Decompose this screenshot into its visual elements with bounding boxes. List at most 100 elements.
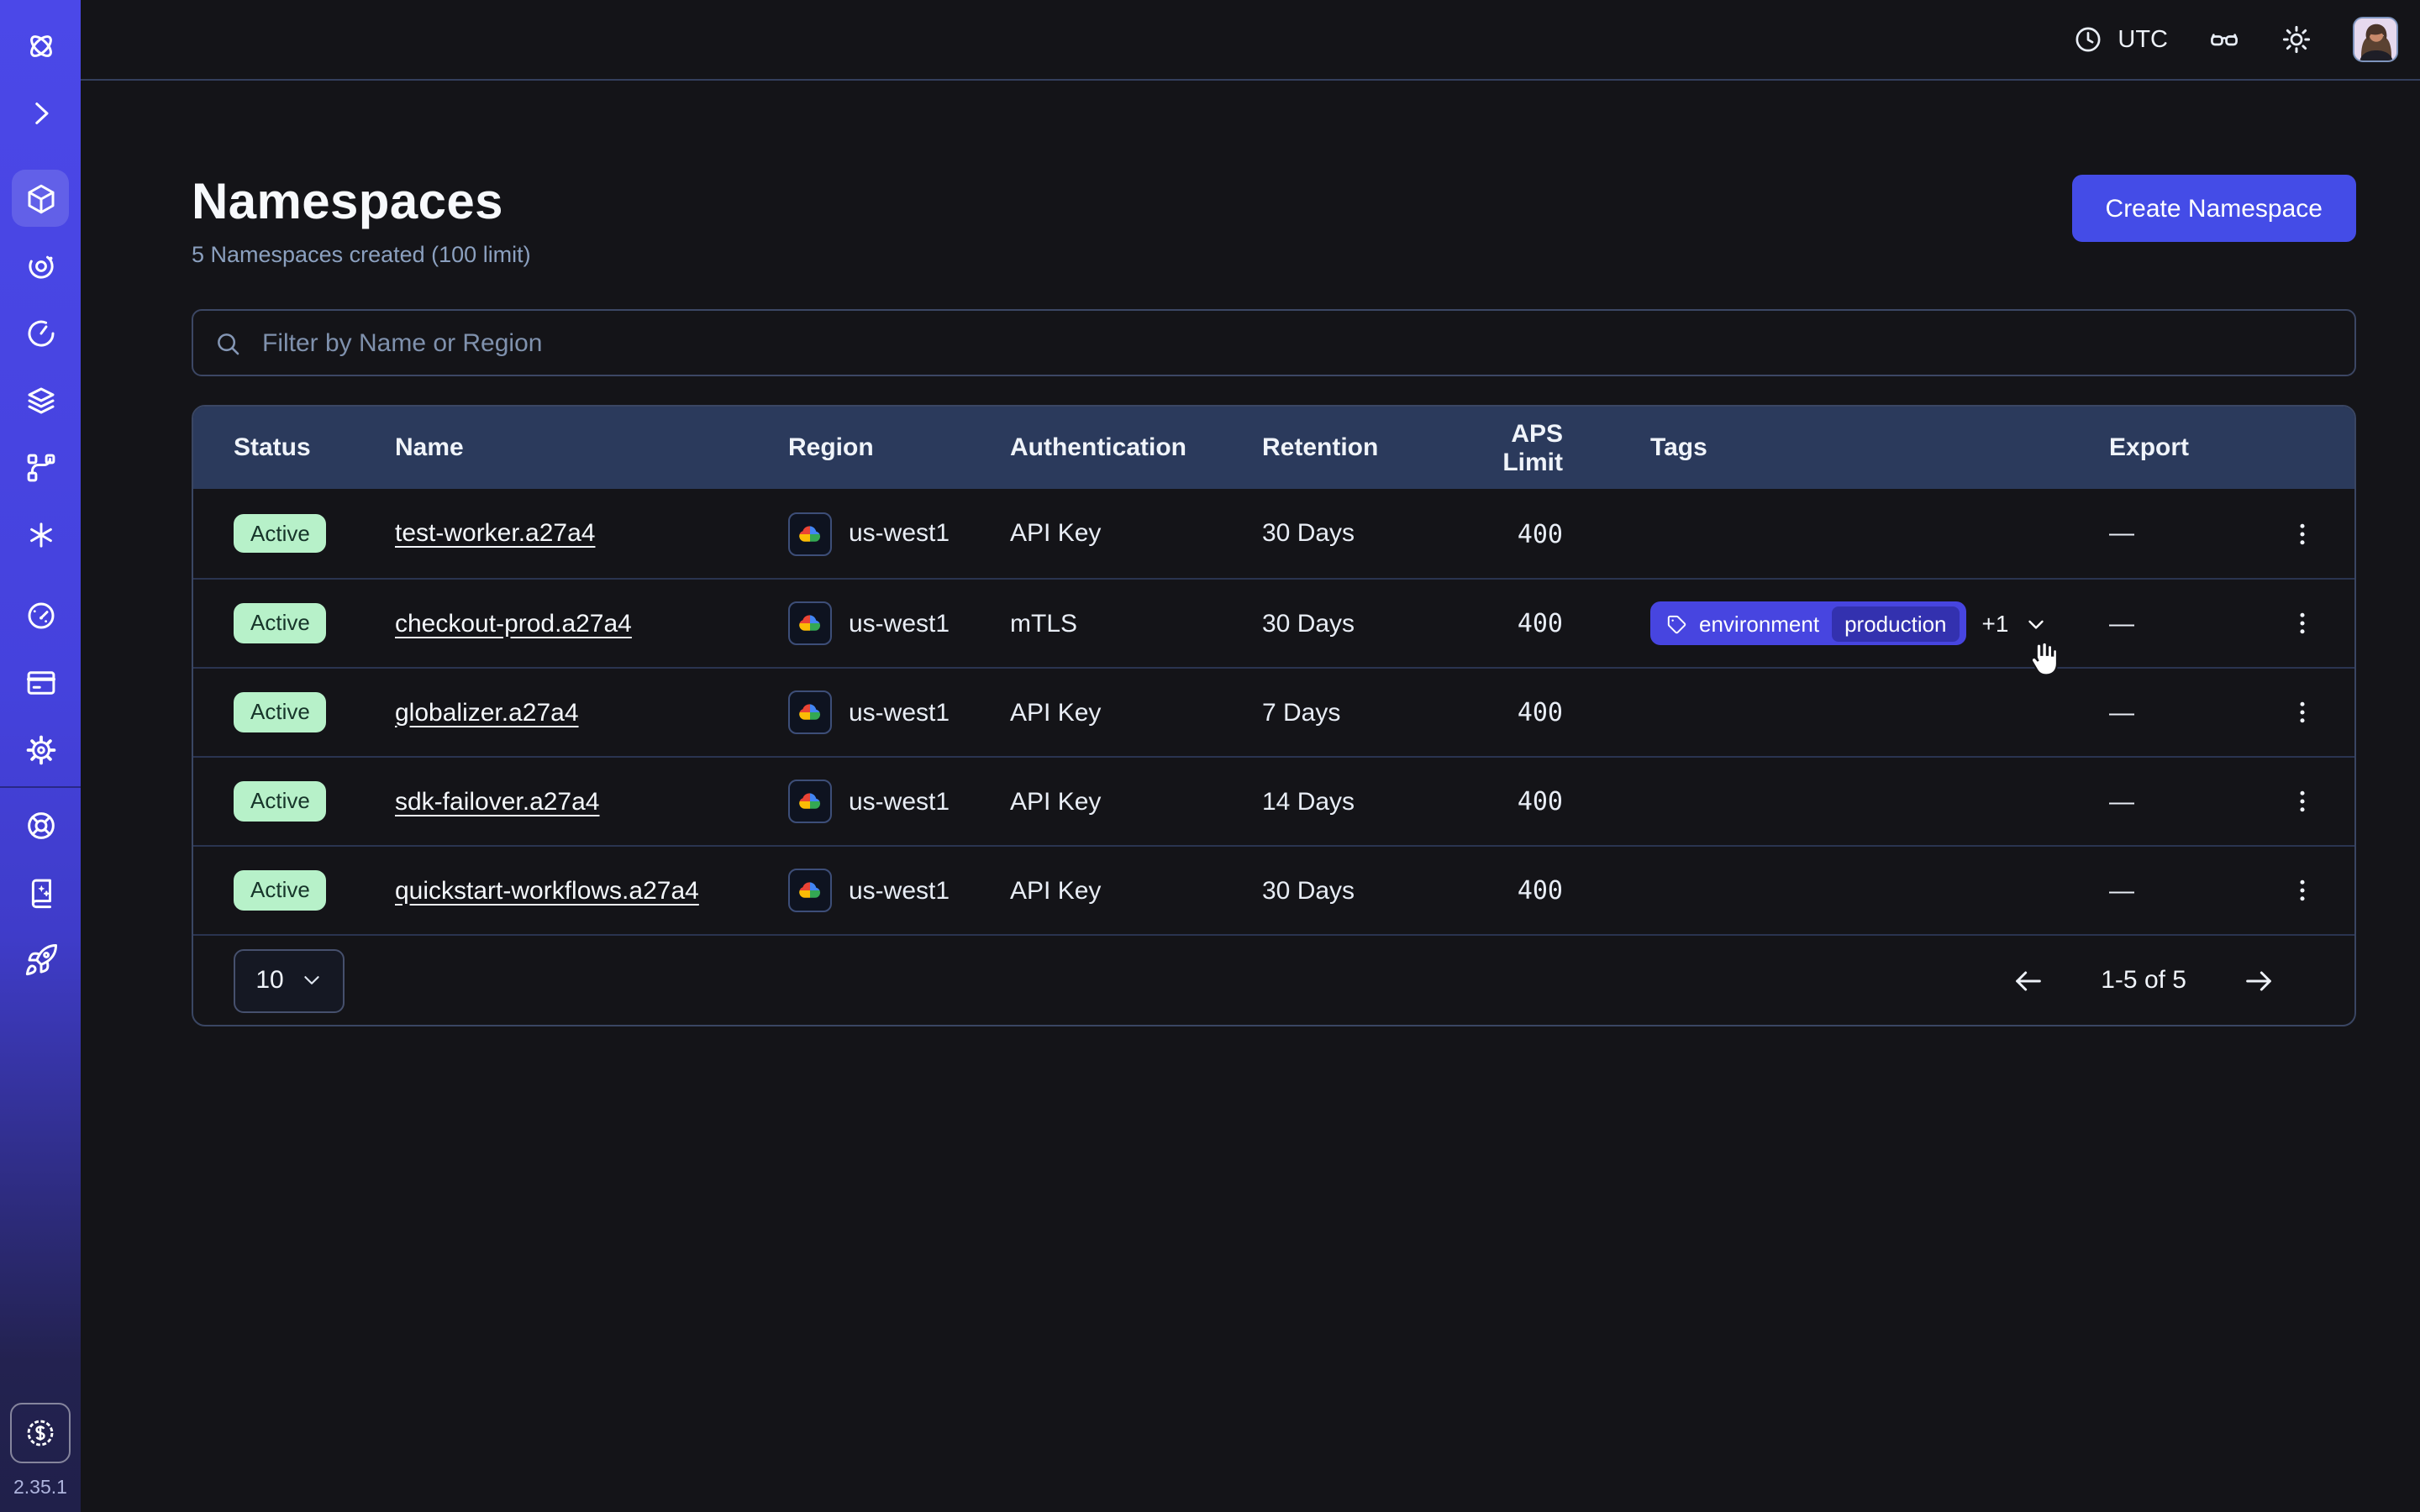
export-value: — — [2109, 609, 2244, 638]
namespace-link[interactable]: test-worker.a27a4 — [395, 519, 595, 548]
col-region: Region — [788, 433, 1010, 462]
export-value: — — [2109, 876, 2244, 905]
aps-limit-value: 400 — [1459, 608, 1650, 638]
table-row: Active test-worker.a27a4 us-west1 API Ke… — [193, 489, 2354, 578]
temporal-logo-icon[interactable] — [12, 17, 69, 74]
sidebar-item-usage[interactable] — [12, 586, 69, 643]
row-menu-kebab-icon[interactable] — [2281, 508, 2324, 559]
theme-toggle-button[interactable] — [2281, 24, 2312, 55]
status-badge: Active — [234, 870, 327, 910]
retention-value: 7 Days — [1262, 698, 1459, 727]
region-label: us-west1 — [849, 519, 950, 548]
timezone-button[interactable]: UTC — [2072, 24, 2168, 55]
gcp-cloud-icon — [788, 690, 832, 734]
gcp-cloud-icon — [788, 780, 832, 823]
chevron-down-icon — [301, 969, 323, 991]
user-avatar[interactable] — [2353, 17, 2398, 62]
aps-limit-value: 400 — [1459, 697, 1650, 727]
labs-button[interactable] — [2208, 24, 2240, 55]
expand-sidebar-chevron-icon[interactable] — [12, 84, 69, 141]
row-menu-kebab-icon[interactable] — [2281, 598, 2324, 648]
clock-icon — [2072, 24, 2104, 55]
filter-input[interactable] — [259, 327, 2334, 359]
auth-value: API Key — [1010, 787, 1262, 816]
export-value: — — [2109, 519, 2244, 548]
spiral-icon — [23, 248, 58, 283]
gcp-cloud-icon — [788, 601, 832, 645]
table-row: Active sdk-failover.a27a4 us-west1 API K… — [193, 756, 2354, 845]
namespaces-table: Status Name Region Authentication Retent… — [192, 405, 2356, 1026]
col-retention: Retention — [1262, 433, 1459, 462]
namespace-link[interactable]: sdk-failover.a27a4 — [395, 787, 600, 816]
app-version: 2.35.1 — [13, 1478, 67, 1499]
sun-icon — [2281, 24, 2312, 55]
row-menu-kebab-icon[interactable] — [2281, 865, 2324, 916]
sidebar-item-billing[interactable] — [12, 654, 69, 711]
workflow-branch-icon — [23, 449, 58, 485]
search-icon — [213, 328, 242, 357]
gear-icon — [23, 732, 58, 767]
table-header-row: Status Name Region Authentication Retent… — [193, 407, 2354, 489]
sidebar-item-get-started[interactable] — [12, 931, 69, 988]
lifebuoy-icon — [23, 807, 58, 843]
gcp-cloud-icon — [788, 869, 832, 912]
status-badge: Active — [234, 692, 327, 732]
auth-value: mTLS — [1010, 609, 1262, 638]
region-label: us-west1 — [849, 609, 950, 638]
tag-key: environment — [1699, 611, 1819, 636]
page-subtitle: 5 Namespaces created (100 limit) — [192, 242, 531, 267]
book-sparkles-icon — [23, 874, 58, 910]
layers-icon — [23, 382, 58, 417]
sidebar-item-nexus[interactable] — [12, 438, 69, 496]
sidebar-item-deployments[interactable] — [12, 371, 69, 428]
sidebar-item-support[interactable] — [12, 796, 69, 853]
pagination-range: 1-5 of 5 — [2101, 966, 2186, 995]
tags-expand-chevron-icon[interactable] — [2023, 611, 2049, 636]
sidebar-item-workflows[interactable] — [12, 237, 69, 294]
row-menu-kebab-icon[interactable] — [2281, 776, 2324, 827]
arrow-right-icon — [2242, 963, 2275, 997]
page-size-select[interactable]: 10 — [234, 948, 345, 1012]
col-tags: Tags — [1650, 433, 2109, 462]
sidebar-item-namespaces[interactable] — [12, 170, 69, 227]
namespace-link[interactable]: quickstart-workflows.a27a4 — [395, 876, 699, 905]
region-label: us-west1 — [849, 876, 950, 905]
filter-input-wrapper — [192, 309, 2356, 376]
create-namespace-button[interactable]: Create Namespace — [2072, 175, 2356, 242]
main-content: Namespaces 5 Namespaces created (100 lim… — [81, 82, 2420, 1512]
timezone-label: UTC — [2118, 26, 2168, 53]
export-value: — — [2109, 698, 2244, 727]
table-footer: 10 1-5 of 5 — [193, 934, 2354, 1025]
table-row: Active globalizer.a27a4 us-west1 API Key… — [193, 667, 2354, 756]
tags-cell: environment production +1 — [1650, 601, 2109, 645]
status-badge: Active — [234, 781, 327, 821]
prev-page-button[interactable] — [2007, 958, 2050, 1002]
plan-badge-button[interactable] — [10, 1403, 71, 1463]
next-page-button[interactable] — [2237, 958, 2281, 1002]
cube-icon — [23, 181, 58, 216]
region-label: us-west1 — [849, 787, 950, 816]
sidebar-item-docs[interactable] — [12, 864, 69, 921]
gauge-icon — [23, 597, 58, 633]
sidebar-divider — [0, 786, 81, 788]
sidebar-item-settings[interactable] — [12, 721, 69, 778]
page-title: Namespaces — [192, 175, 531, 230]
retention-value: 30 Days — [1262, 519, 1459, 548]
namespace-link[interactable]: globalizer.a27a4 — [395, 698, 579, 727]
namespace-link[interactable]: checkout-prod.a27a4 — [395, 609, 632, 638]
col-name: Name — [395, 433, 788, 462]
auth-value: API Key — [1010, 698, 1262, 727]
aps-limit-value: 400 — [1459, 875, 1650, 906]
dollar-seal-icon — [22, 1415, 59, 1452]
row-menu-kebab-icon[interactable] — [2281, 687, 2324, 738]
tag-pill[interactable]: environment production — [1650, 601, 1967, 645]
retention-value: 30 Days — [1262, 876, 1459, 905]
col-status: Status — [234, 433, 395, 462]
sidebar-item-batch-operations[interactable] — [12, 506, 69, 563]
gcp-cloud-icon — [788, 512, 832, 555]
region-label: us-west1 — [849, 698, 950, 727]
sidebar-item-schedules[interactable] — [12, 304, 69, 361]
aps-limit-value: 400 — [1459, 786, 1650, 816]
timer-icon — [23, 315, 58, 350]
col-aps-limit: APS Limit — [1459, 419, 1650, 476]
